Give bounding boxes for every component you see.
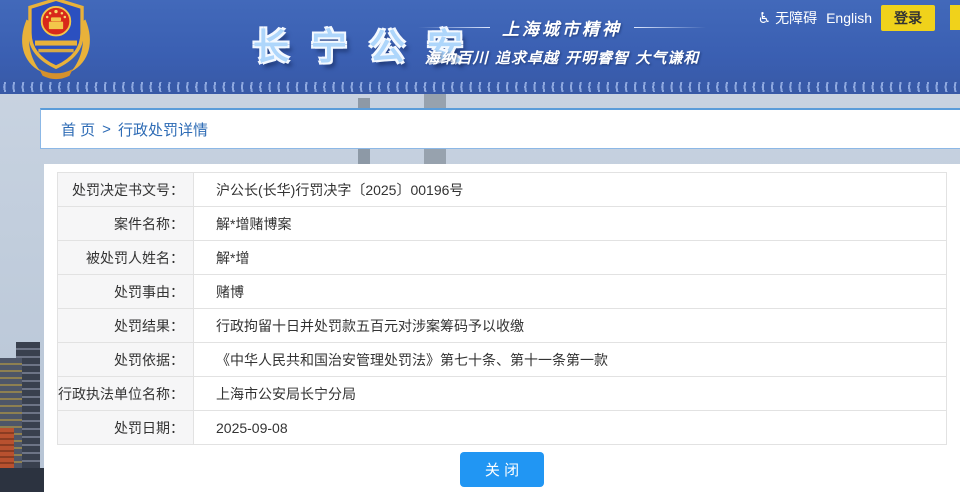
table-row: 行政执法单位名称： 上海市公安局长宁分局 [58,377,946,411]
page: 长 宁 公 安 上海城市精神 海纳百川 追求卓越 开明睿智 大气谦和 ♿ 无障碍… [0,0,960,492]
row-value: 上海市公安局长宁分局 [194,377,946,410]
row-value: 解*增赌博案 [194,207,946,240]
background-building [0,468,44,492]
row-label: 被处罚人姓名： [58,241,194,274]
breadcrumb-home-link[interactable]: 首 页 [61,119,95,140]
row-label: 处罚事由： [58,275,194,308]
breadcrumb-current: 行政处罚详情 [118,119,208,140]
penalty-detail-table: 处罚决定书文号： 沪公长(长华)行罚决字〔2025〕00196号 案件名称： 解… [57,172,947,445]
table-row: 处罚决定书文号： 沪公长(长华)行罚决字〔2025〕00196号 [58,173,946,207]
row-label: 行政执法单位名称： [58,377,194,410]
background-building [0,428,14,468]
table-row: 处罚事由： 赌博 [58,275,946,309]
row-value: 《中华人民共和国治安管理处罚法》第七十条、第十一条第一款 [194,343,946,376]
table-row: 处罚日期： 2025-09-08 [58,411,946,445]
breadcrumb-separator: > [102,121,111,138]
close-button[interactable]: 关 闭 [460,452,544,487]
row-label: 案件名称： [58,207,194,240]
city-spirit-slogan: 上海城市精神 海纳百川 追求卓越 开明睿智 大气谦和 [412,15,712,68]
table-row: 案件名称： 解*增赌博案 [58,207,946,241]
top-utility-bar: ♿ 无障碍 English 登录 [758,5,935,31]
row-value: 沪公长(长华)行罚决字〔2025〕00196号 [194,173,946,206]
login-button[interactable]: 登录 [881,5,935,31]
site-header: 长 宁 公 安 上海城市精神 海纳百川 追求卓越 开明睿智 大气谦和 ♿ 无障碍… [0,0,960,94]
accessibility-link[interactable]: ♿ 无障碍 [758,8,817,28]
spirit-title: 上海城市精神 [502,15,622,40]
row-label: 处罚日期： [58,411,194,444]
chevron-pattern-band [0,82,960,92]
spirit-motto: 海纳百川 追求卓越 开明睿智 大气谦和 [412,47,712,68]
english-link[interactable]: English [826,10,872,26]
slogan-rule-left [418,27,490,28]
penalty-detail-panel: 处罚决定书文号： 沪公长(长华)行罚决字〔2025〕00196号 案件名称： 解… [44,164,960,492]
edge-button-sliver[interactable] [950,5,960,30]
row-value: 解*增 [194,241,946,274]
row-label: 处罚依据： [58,343,194,376]
close-button-row: 关 闭 [44,452,960,487]
wheelchair-icon: ♿ [758,11,771,26]
slogan-rule-right [634,27,706,28]
table-row: 处罚结果： 行政拘留十日并处罚款五百元对涉案筹码予以收缴 [58,309,946,343]
police-badge-icon [14,0,98,84]
row-value: 2025-09-08 [194,411,946,444]
row-value: 行政拘留十日并处罚款五百元对涉案筹码予以收缴 [194,309,946,342]
breadcrumb: 首 页 > 行政处罚详情 [40,108,960,149]
table-row: 处罚依据： 《中华人民共和国治安管理处罚法》第七十条、第十一条第一款 [58,343,946,377]
row-value: 赌博 [194,275,946,308]
row-label: 处罚决定书文号： [58,173,194,206]
table-row: 被处罚人姓名： 解*增 [58,241,946,275]
row-label: 处罚结果： [58,309,194,342]
accessibility-label: 无障碍 [775,8,817,28]
